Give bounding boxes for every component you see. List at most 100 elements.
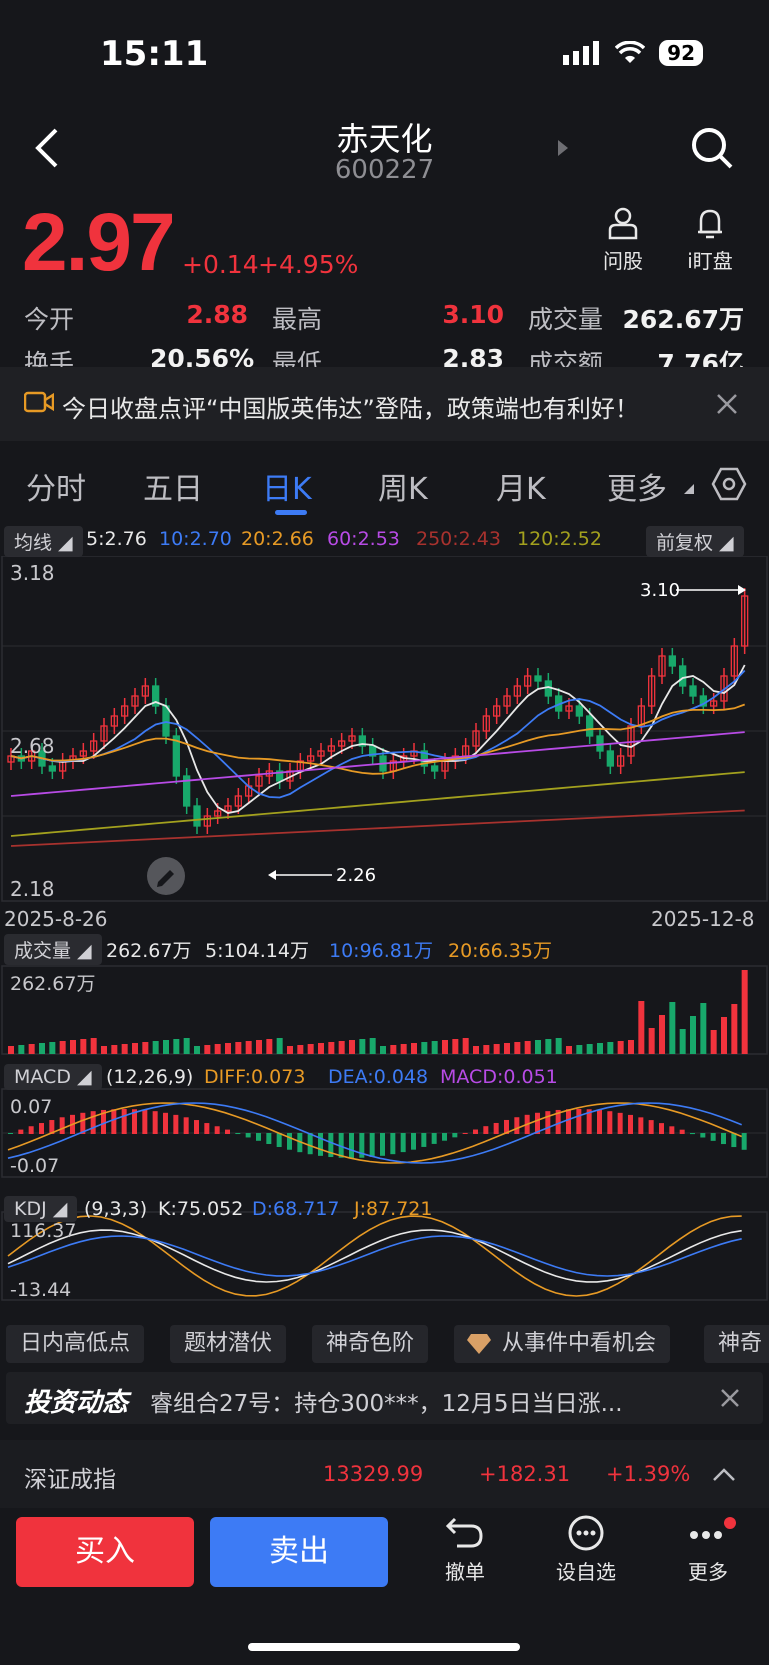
tag-magic-color[interactable]: 神奇色阶 [312,1325,429,1363]
volume-bar [59,1041,66,1054]
news-banner[interactable]: 今日收盘点评“中国版英伟达”登陆，政策端也有利好！ [0,367,769,441]
volume-bar [679,1029,686,1054]
tag-theme-ambush[interactable]: 题材潜伏 [170,1325,287,1363]
volume-bar [70,1040,76,1054]
volume-bar [297,1045,304,1054]
ask-stock-button[interactable]: 问股 [588,206,658,274]
macd-bar [710,1133,716,1141]
macd-diff: DIFF:0.073 [204,1066,306,1088]
person-question-icon [608,207,638,240]
macd-bar [700,1133,706,1138]
tag-event-opportunity[interactable]: 从事件中看机会 [454,1325,671,1363]
index-ticker[interactable]: 深证成指 13329.99 +182.31 +1.39% [0,1440,769,1508]
macd-selector-label: MACD [14,1066,71,1088]
macd-bar [473,1129,478,1134]
macd-bar [669,1126,675,1134]
next-stock-icon[interactable] [556,138,570,158]
volume-bar [731,1004,738,1054]
stock-name: 赤天化 [336,120,433,158]
buy-button[interactable]: 买入 [16,1517,194,1587]
macd-bar [349,1133,354,1158]
volume-bar [8,1046,14,1054]
macd-bar [235,1133,241,1135]
volume-bar [473,1046,479,1054]
settings-hex-icon[interactable] [711,466,747,502]
kdj-axis-bottom: -13.44 [10,1279,71,1301]
candle-body [596,735,604,752]
add-watchlist-label: 设自选 [556,1560,616,1584]
volume-bar [276,1038,283,1054]
close-icon[interactable] [716,393,738,415]
add-watchlist-button[interactable]: 设自选 [546,1515,626,1585]
macd-bar [390,1133,396,1155]
macd-dea: DEA:0.048 [328,1066,429,1088]
tab-weekly-k[interactable]: 周K [378,464,428,508]
volume-bar [369,1038,376,1054]
volume-bar [586,1044,593,1054]
sell-button[interactable]: 卖出 [210,1517,388,1587]
tag-magic-overflow[interactable]: 神奇 [704,1325,769,1363]
tab-monthly-k[interactable]: 月K [496,464,546,508]
cancel-order-button[interactable]: 撤单 [425,1515,505,1585]
tab-more[interactable]: 更多 [607,464,667,508]
volume-bar [390,1045,397,1054]
macd-bar [514,1117,520,1134]
tab-five-day[interactable]: 五日 [143,464,203,508]
ma-10: 10:2.70 [159,528,232,550]
volume-selector[interactable]: 成交量 ◢ [4,934,102,965]
macd-bar [721,1133,726,1145]
invest-news-text: 睿组合27号：持仓300***，12月5日当日涨... [150,1391,623,1417]
more-button[interactable]: 更多 [668,1515,748,1585]
volume-bar [659,1015,665,1054]
ma-selector[interactable]: 均线 ◢ [4,526,83,557]
ma-120: 120:2.52 [517,528,602,550]
volume-ma20: 20:66.35万 [448,940,552,962]
search-icon[interactable] [690,126,734,170]
high-value: 3.10 [442,300,504,329]
ma-250: 250:2.43 [416,528,501,550]
macd-bar [8,1133,13,1134]
macd-selector[interactable]: MACD ◢ [4,1064,102,1090]
invest-news-banner[interactable]: 投资动态 睿组合27号：持仓300***，12月5日当日涨... [6,1372,763,1424]
watch-label: i盯盘 [687,249,733,273]
kline-candles [7,588,749,834]
macd-bar [597,1109,602,1134]
volume-bar [524,1041,531,1054]
macd-bar [18,1129,24,1134]
candle-body [575,705,583,717]
kdj-j: J:87.721 [354,1198,433,1220]
kdj-selector[interactable]: KDJ ◢ [4,1196,78,1222]
macd-axis-top: 0.07 [10,1096,52,1118]
draw-tool-icon[interactable] [147,857,185,895]
macd-bar [545,1111,551,1134]
period-tabs: 分时 五日 日K 周K 月K 更多 [0,448,769,518]
volume-bar [648,1028,655,1054]
volume-current: 262.67万 [106,940,192,962]
chevron-up-icon[interactable] [712,1466,736,1482]
volume-bar [669,1002,676,1054]
invest-news-close-icon[interactable] [720,1388,740,1408]
volume-bar [142,1042,149,1054]
ma-20: 20:2.66 [241,528,314,550]
tab-daily-k[interactable]: 日K [262,464,312,508]
volume-bar [204,1045,211,1054]
macd-bar [483,1126,489,1134]
volume-bar [535,1040,541,1054]
volume-value: 262.67万 [622,305,744,334]
macd-axis-bottom: -0.07 [10,1155,59,1177]
tab-intraday[interactable]: 分时 [26,464,86,508]
volume-bars [8,970,748,1054]
volume-bar [483,1045,490,1054]
more-circle-icon [568,1515,604,1551]
volume-bar [741,970,748,1054]
macd-bar [276,1133,282,1148]
bell-icon [698,209,722,239]
ma-legend: 均线 ◢ 5:2.76 10:2.70 20:2.66 60:2.53 250:… [0,524,769,557]
volume-bar [690,1016,696,1054]
candle-body [193,805,201,827]
tag-intraday-high-low[interactable]: 日内高低点 [6,1325,145,1363]
watch-button[interactable]: i盯盘 [675,206,745,274]
macd-bar [225,1129,230,1134]
adjust-selector[interactable]: 前复权 ◢ [646,526,744,557]
volume-bar [607,1042,614,1054]
